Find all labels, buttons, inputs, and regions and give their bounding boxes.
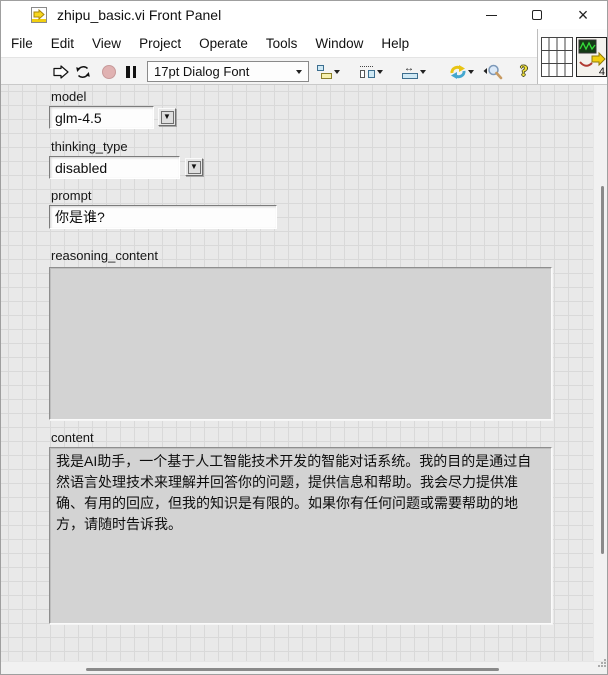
thinking-type-combobox[interactable]: disabled: [49, 156, 180, 179]
horizontal-scrollbar[interactable]: [1, 661, 608, 675]
reasoning-content-label: reasoning_content: [51, 248, 158, 263]
window-controls: ×: [468, 1, 606, 29]
run-icon: [53, 65, 69, 79]
menu-tools[interactable]: Tools: [257, 29, 307, 57]
vi-icon-area: 4: [538, 29, 608, 84]
prompt-value: 你是谁?: [55, 207, 105, 227]
reasoning-content-text: [50, 268, 551, 274]
search-button[interactable]: [483, 58, 503, 85]
search-icon: [483, 63, 503, 80]
thinking-type-label: thinking_type: [51, 139, 128, 154]
align-objects-button[interactable]: [315, 58, 340, 85]
labview-front-panel-window: zhipu_basic.vi Front Panel × File Edit V…: [0, 0, 608, 675]
maximize-button[interactable]: [514, 1, 560, 29]
horizontal-scrollbar-thumb[interactable]: [86, 668, 499, 671]
distribute-objects-icon: [358, 64, 377, 80]
abort-icon: [102, 65, 116, 79]
menu-file[interactable]: File: [2, 29, 42, 57]
align-objects-icon: [315, 64, 334, 80]
dropdown-arrow-icon: ▼: [188, 161, 201, 174]
font-selector[interactable]: 17pt Dialog Font: [147, 61, 309, 82]
chevron-down-icon: [377, 70, 383, 74]
pause-button[interactable]: [126, 58, 136, 85]
toolbar: 17pt Dialog Font ↔: [1, 57, 537, 85]
prompt-label: prompt: [51, 188, 91, 203]
close-icon: ×: [578, 6, 589, 24]
content-display[interactable]: 我是AI助手，一个基于人工智能技术开发的智能对话系统。我的目的是通过自然语言处理…: [49, 447, 552, 624]
prompt-input[interactable]: 你是谁?: [49, 205, 277, 229]
menu-view[interactable]: View: [83, 29, 130, 57]
font-selector-value: 17pt Dialog Font: [154, 64, 296, 79]
reorder-objects-button[interactable]: [448, 58, 474, 85]
menubar: File Edit View Project Operate Tools Win…: [1, 29, 537, 57]
run-continuously-button[interactable]: [74, 58, 92, 85]
help-icon: ?: [520, 63, 528, 81]
vi-icon-badge: 4: [599, 66, 605, 77]
dropdown-arrow-icon: ▼: [161, 111, 174, 124]
menu-edit[interactable]: Edit: [42, 29, 83, 57]
thinking-type-dropdown-button[interactable]: ▼: [185, 158, 203, 176]
thinking-type-value: disabled: [55, 160, 107, 176]
resize-objects-icon: ↔: [401, 64, 420, 80]
model-value: glm-4.5: [55, 110, 102, 126]
menu-project[interactable]: Project: [130, 29, 190, 57]
window-title: zhipu_basic.vi Front Panel: [57, 7, 221, 23]
run-button[interactable]: [53, 58, 69, 85]
labview-vi-icon: [31, 7, 47, 23]
model-combobox[interactable]: glm-4.5: [49, 106, 154, 129]
vi-icon[interactable]: 4: [576, 37, 607, 77]
content-text: 我是AI助手，一个基于人工智能技术开发的智能对话系统。我的目的是通过自然语言处理…: [50, 448, 551, 538]
model-dropdown-button[interactable]: ▼: [158, 108, 176, 126]
chevron-down-icon: [334, 70, 340, 74]
titlebar: zhipu_basic.vi Front Panel ×: [1, 1, 607, 29]
panel-grid: model glm-4.5 ▼ thinking_type disabled ▼…: [1, 85, 593, 661]
front-panel: model glm-4.5 ▼ thinking_type disabled ▼…: [1, 85, 608, 675]
model-label: model: [51, 89, 86, 104]
run-continuously-icon: [74, 64, 92, 80]
reorder-icon: [448, 64, 468, 80]
menu-help[interactable]: Help: [372, 29, 418, 57]
pause-icon: [126, 66, 136, 78]
help-button[interactable]: ?: [520, 58, 528, 85]
chevron-down-icon: [420, 70, 426, 74]
minimize-icon: [486, 15, 497, 16]
resize-objects-button[interactable]: ↔: [401, 58, 426, 85]
reasoning-content-display[interactable]: [49, 267, 552, 420]
maximize-icon: [532, 10, 542, 20]
chevron-down-icon: [296, 70, 302, 74]
content-label: content: [51, 430, 94, 445]
connector-pane-icon[interactable]: [541, 37, 573, 77]
distribute-objects-button[interactable]: [358, 58, 383, 85]
abort-button[interactable]: [102, 58, 116, 85]
menu-window[interactable]: Window: [306, 29, 372, 57]
chevron-down-icon: [468, 70, 474, 74]
minimize-button[interactable]: [468, 1, 514, 29]
vertical-scrollbar[interactable]: [593, 85, 608, 661]
vertical-scrollbar-thumb[interactable]: [601, 186, 604, 554]
menu-operate[interactable]: Operate: [190, 29, 257, 57]
resize-grip[interactable]: [598, 665, 600, 667]
close-button[interactable]: ×: [560, 1, 606, 29]
